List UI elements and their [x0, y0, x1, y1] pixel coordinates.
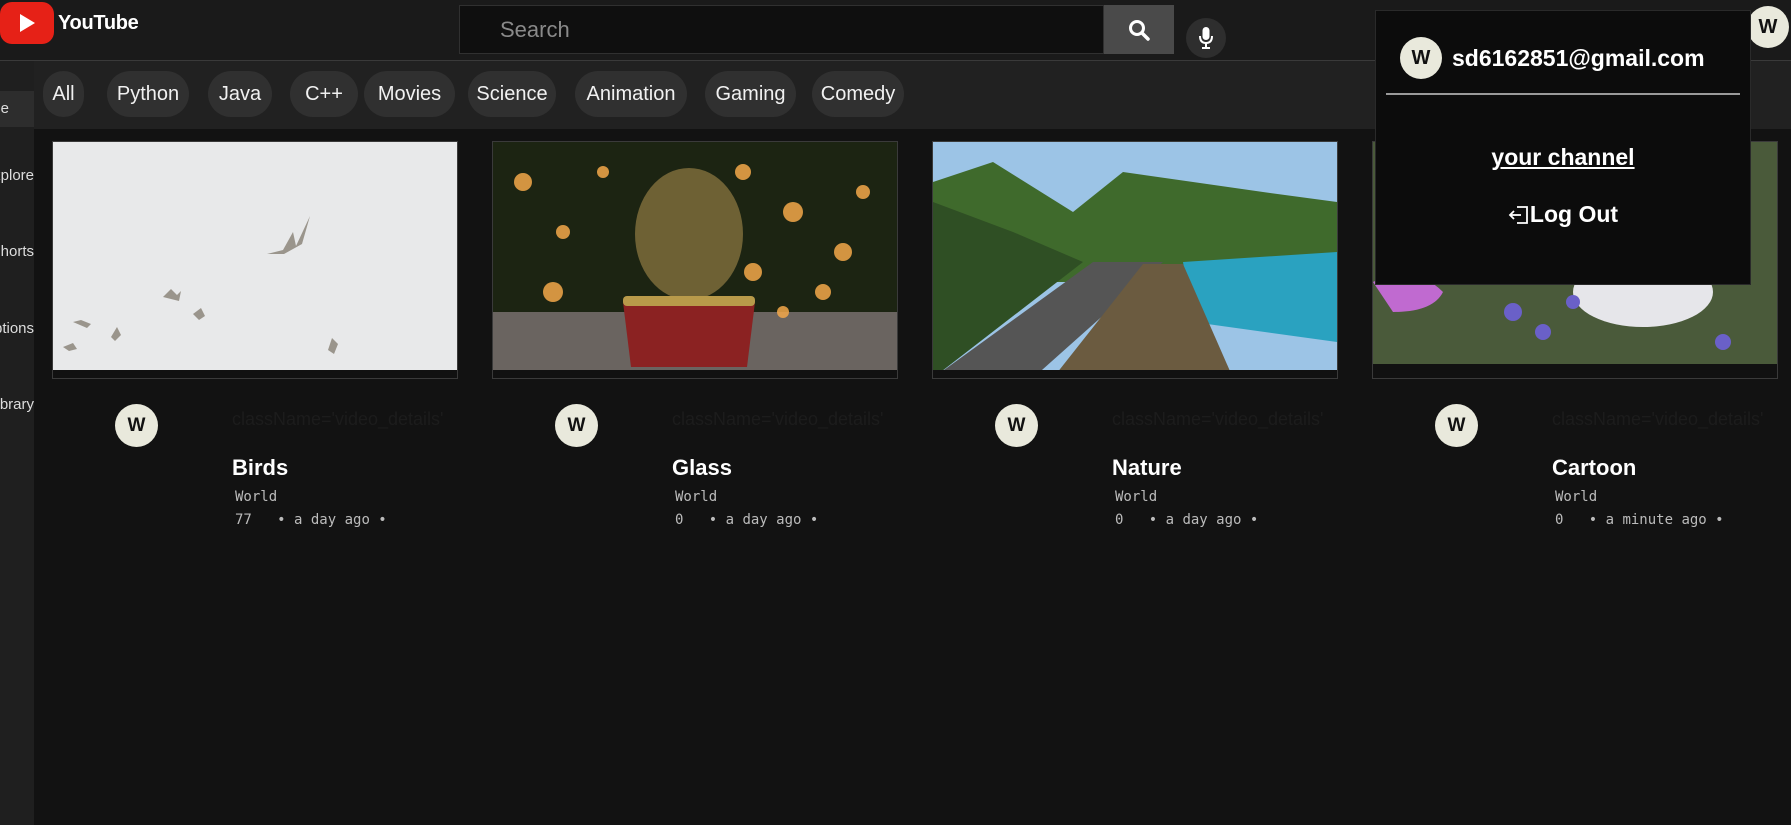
chip-cpp[interactable]: C++: [290, 71, 358, 117]
sidebar-item-label: Home: [0, 100, 9, 117]
avatar[interactable]: W: [1747, 6, 1789, 48]
logout-label: Log Out: [1529, 201, 1619, 227]
channel-avatar[interactable]: W: [115, 404, 158, 447]
account-email: sd6162851@gmail.com: [1452, 44, 1705, 71]
search-button[interactable]: [1104, 5, 1174, 54]
avatar: W: [1400, 37, 1442, 79]
search-icon: [1129, 19, 1150, 41]
chip-java[interactable]: Java: [208, 71, 272, 117]
upload-time: a minute ago: [1605, 512, 1707, 528]
youtube-logo[interactable]: YouTube: [0, 2, 139, 44]
channel-name[interactable]: World: [1555, 489, 1597, 505]
account-header: W sd6162851@gmail.com: [1400, 37, 1705, 79]
view-count: 77: [235, 512, 252, 528]
chip-comedy[interactable]: Comedy: [812, 71, 904, 117]
video-meta: 77 • a day ago •: [235, 512, 387, 528]
video-meta: 0 • a minute ago •: [1555, 512, 1724, 528]
sidebar-item-subscriptions[interactable]: Subscriptions: [0, 320, 34, 337]
sidebar: Home Explore Shorts Subscriptions Librar…: [0, 61, 34, 825]
sidebar-item-label: Explore: [0, 167, 34, 184]
debug-class-label: className='video_details': [1552, 409, 1764, 429]
microphone-icon: [1199, 27, 1213, 49]
channel-avatar[interactable]: W: [1435, 404, 1478, 447]
sidebar-item-shorts[interactable]: Shorts: [0, 243, 34, 260]
divider: [1386, 93, 1740, 95]
voice-search-button[interactable]: [1186, 18, 1226, 58]
chip-python[interactable]: Python: [107, 71, 189, 117]
video-meta: 0 • a day ago •: [1115, 512, 1259, 528]
sidebar-item-library[interactable]: Library: [0, 396, 34, 413]
video-thumbnail[interactable]: [492, 141, 898, 379]
logout-icon: [1508, 205, 1528, 224]
debug-class-label: className='video_details': [1112, 409, 1324, 429]
channel-name[interactable]: World: [675, 489, 717, 505]
video-card[interactable]: W className='video_details' Birds World …: [52, 141, 458, 528]
sidebar-item-label: Library: [0, 396, 34, 413]
sidebar-item-label: Shorts: [0, 243, 34, 260]
video-card[interactable]: W className='video_details' Nature World…: [932, 141, 1338, 528]
video-title[interactable]: Cartoon: [1552, 455, 1636, 481]
channel-avatar[interactable]: W: [995, 404, 1038, 447]
upload-time: a day ago: [1165, 512, 1242, 528]
video-thumbnail[interactable]: [932, 141, 1338, 379]
debug-class-label: className='video_details': [232, 409, 444, 429]
video-thumbnail[interactable]: [52, 141, 458, 379]
video-card[interactable]: W className='video_details' Glass World …: [492, 141, 898, 528]
search-input[interactable]: [459, 5, 1104, 54]
chip-movies[interactable]: Movies: [364, 71, 455, 117]
view-count: 0: [1555, 512, 1564, 528]
upload-time: a day ago: [294, 512, 370, 528]
logout-button[interactable]: Log Out: [1376, 201, 1750, 228]
chip-gaming[interactable]: Gaming: [705, 71, 796, 117]
sidebar-item-explore[interactable]: Explore: [0, 167, 34, 184]
channel-name[interactable]: World: [235, 489, 277, 505]
chip-all[interactable]: All: [43, 71, 84, 117]
play-icon: [0, 2, 54, 44]
video-title[interactable]: Birds: [232, 455, 288, 481]
account-dropdown: W sd6162851@gmail.com your channel Log O…: [1375, 10, 1751, 285]
chip-science[interactable]: Science: [468, 71, 556, 117]
channel-name[interactable]: World: [1115, 489, 1157, 505]
view-count: 0: [1115, 512, 1124, 528]
debug-class-label: className='video_details': [672, 409, 884, 429]
channel-avatar[interactable]: W: [555, 404, 598, 447]
chip-animation[interactable]: Animation: [575, 71, 687, 117]
search-bar: [459, 5, 1174, 54]
video-title[interactable]: Nature: [1112, 455, 1182, 481]
view-count: 0: [675, 512, 684, 528]
sidebar-item-home[interactable]: Home: [0, 91, 34, 127]
video-meta: 0 • a day ago •: [675, 512, 819, 528]
upload-time: a day ago: [725, 512, 802, 528]
logo-text: YouTube: [58, 11, 139, 34]
sidebar-item-label: Subscriptions: [0, 320, 34, 337]
your-channel-link[interactable]: your channel: [1376, 144, 1750, 171]
video-title[interactable]: Glass: [672, 455, 732, 481]
